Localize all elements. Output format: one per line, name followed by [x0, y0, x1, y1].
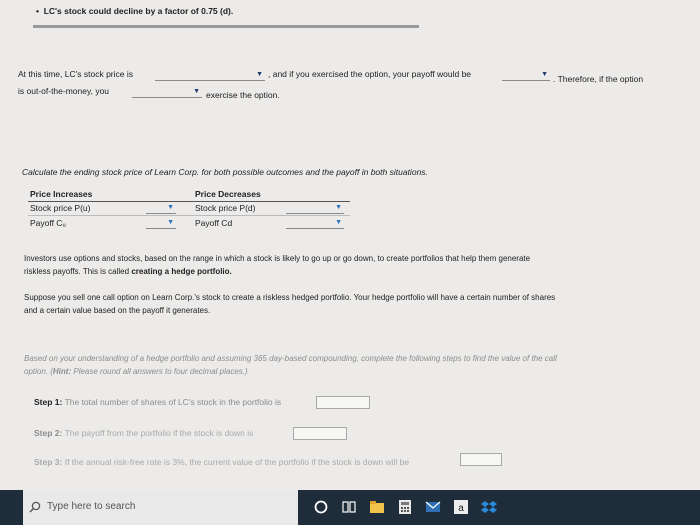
header-rule [28, 201, 350, 202]
step3-row: Step 3: If the annual risk-free rate is … [34, 457, 409, 468]
payoff-down-dropdown[interactable]: ▼ [286, 218, 344, 229]
chevron-down-icon: ▼ [167, 219, 174, 226]
para2-line2: and a certain value based on the payoff … [24, 306, 211, 315]
chevron-down-icon: ▼ [541, 71, 548, 78]
payoff-down-label: Payoff Cd [195, 218, 233, 228]
sentence1-part2: , and if you exercised the option, your … [268, 69, 472, 79]
stock-price-down-dropdown[interactable]: ▼ [286, 203, 344, 214]
windows-taskbar: Type here to search a [0, 490, 700, 525]
hint-label: Hint: [52, 367, 72, 376]
outcomes-table: Price Increases Price Decreases Stock pr… [28, 186, 350, 234]
step3-label: Step 3: [34, 457, 63, 467]
amazon-icon[interactable]: a [452, 498, 470, 516]
chevron-down-icon: ▼ [335, 219, 342, 226]
stock-price-down-label: Stock price P(d) [195, 203, 256, 213]
para3-line2: option. (Hint: Please round all answers … [24, 366, 248, 377]
file-explorer-icon[interactable] [368, 498, 386, 516]
calculator-icon[interactable] [396, 498, 414, 516]
para1-line2: riskless payoffs. This is called creatin… [24, 266, 232, 277]
stock-price-up-dropdown[interactable]: ▼ [146, 203, 176, 214]
cortana-icon[interactable] [312, 498, 330, 516]
sentence1-part5: exercise the option. [206, 90, 280, 100]
price-decreases-header: Price Decreases [195, 189, 261, 199]
chevron-down-icon: ▼ [167, 204, 174, 211]
step2-label: Step 2: [34, 428, 63, 438]
stock-price-up-label: Stock price P(u) [30, 203, 91, 213]
chevron-down-icon: ▼ [256, 71, 263, 78]
search-placeholder: Type here to search [47, 501, 136, 512]
row-rule [28, 215, 350, 216]
payoff-up-label: Payoff Cᵤ [30, 218, 66, 228]
exercise-decision-dropdown[interactable]: ▼ [132, 87, 202, 98]
para3-line1: Based on your understanding of a hedge p… [24, 354, 557, 363]
calc-instruction: Calculate the ending stock price of Lear… [22, 167, 428, 177]
para1-line2-plain: riskless payoffs. This is called [24, 267, 130, 276]
top-bullet: • LC's stock could decline by a factor o… [36, 6, 234, 16]
para3-line2-rest: Please round all answers to four decimal… [73, 367, 248, 376]
mail-icon[interactable] [424, 498, 442, 516]
chevron-down-icon: ▼ [335, 204, 342, 211]
step2-text: The payoff from the portfolio if the sto… [64, 428, 254, 438]
stock-price-status-dropdown[interactable]: ▼ [155, 70, 265, 81]
para3-line2-plain: option. ( [24, 367, 53, 376]
svg-text:a: a [458, 503, 464, 514]
sentence1-part1: At this time, LC's stock price is [18, 69, 133, 79]
step3-text: If the annual risk-free rate is 3%, the … [64, 457, 410, 467]
bullet-dot: • [36, 6, 44, 16]
top-divider [33, 25, 419, 28]
step2-row: Step 2: The payoff from the portfolio if… [34, 428, 253, 439]
step1-input[interactable] [316, 396, 370, 409]
step1-text: The total number of shares of LC's stock… [64, 397, 282, 407]
sentence1-part4: is out-of-the-money, you [18, 86, 110, 96]
step1-row: Step 1: The total number of shares of LC… [34, 397, 281, 408]
payoff-dropdown[interactable]: ▼ [502, 70, 550, 81]
step2-input[interactable] [293, 427, 347, 440]
price-increases-header: Price Increases [30, 189, 93, 199]
taskbar-search-box[interactable]: Type here to search [23, 490, 298, 525]
chevron-down-icon: ▼ [193, 88, 200, 95]
step3-input[interactable] [460, 453, 502, 466]
hedge-portfolio-term: creating a hedge portfolio. [131, 267, 232, 276]
para1-line1: Investors use options and stocks, based … [24, 254, 531, 263]
payoff-up-dropdown[interactable]: ▼ [146, 218, 176, 229]
dropbox-icon[interactable] [480, 498, 498, 516]
task-view-icon[interactable] [340, 498, 358, 516]
search-icon [29, 501, 41, 513]
step1-label: Step 1: [34, 397, 63, 407]
para2-line1: Suppose you sell one call option on Lear… [24, 293, 556, 302]
sentence1-part3: . Therefore, if the option [553, 74, 644, 84]
